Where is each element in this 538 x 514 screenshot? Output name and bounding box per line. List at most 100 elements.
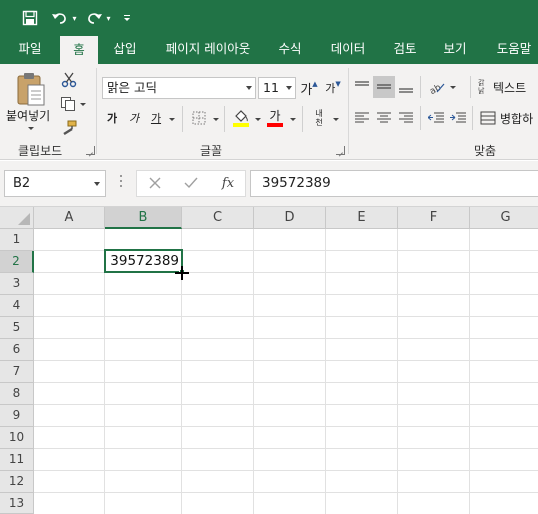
ribbon-home: 붙여넣기 클립보드 맑은 고딕 11 가 ▲ 가 ▼ 가 가 가 가 내천 글꼴…	[0, 64, 538, 160]
undo-icon[interactable]: ▾	[50, 6, 78, 30]
cell-b2[interactable]: 39572389	[104, 249, 183, 273]
column-header-d[interactable]: D	[254, 207, 326, 229]
tab-page-layout[interactable]: 페이지 레이아웃	[156, 36, 260, 64]
bold-button[interactable]: 가	[104, 108, 120, 128]
align-center-icon[interactable]	[374, 108, 394, 128]
fill-color-icon[interactable]	[230, 106, 252, 130]
svg-text:ab: ab	[429, 83, 443, 94]
row-header-13[interactable]: 13	[0, 493, 34, 514]
tab-insert[interactable]: 삽입	[104, 36, 146, 64]
grid-line	[34, 448, 538, 449]
redo-icon[interactable]: ▾	[84, 6, 112, 30]
increase-font-size-button[interactable]: 가 ▲	[300, 78, 318, 98]
ribbon-tabs: 파일 홈 삽입 페이지 레이아웃 수식 데이터 검토 보기 도움말	[0, 36, 538, 64]
cut-icon[interactable]	[58, 70, 80, 90]
bottom-align-icon[interactable]	[396, 76, 416, 98]
row-header-12[interactable]: 12	[0, 471, 34, 493]
row-header-4[interactable]: 4	[0, 295, 34, 317]
phonetic-guide-button[interactable]: 내천	[308, 106, 330, 130]
tab-data[interactable]: 데이터	[320, 36, 376, 64]
select-all-button[interactable]	[0, 207, 34, 229]
grid-line	[34, 426, 538, 427]
customize-qat-icon[interactable]	[120, 6, 134, 30]
orientation-icon[interactable]: ab	[426, 76, 448, 98]
phonetic-guide-label: 내천	[315, 109, 323, 127]
chevron-down-icon	[286, 86, 292, 90]
middle-align-icon[interactable]	[373, 76, 395, 98]
decrease-indent-icon[interactable]	[426, 108, 446, 128]
align-left-icon[interactable]	[352, 108, 372, 128]
copy-icon[interactable]	[56, 94, 90, 114]
formula-bar-grip[interactable]	[120, 175, 122, 191]
row-header-9[interactable]: 9	[0, 405, 34, 427]
font-color-dropdown-caret[interactable]	[290, 118, 296, 121]
divider	[182, 106, 183, 132]
name-box[interactable]: B2	[4, 170, 106, 197]
group-divider	[348, 68, 349, 154]
row-header-3[interactable]: 3	[0, 273, 34, 295]
row-header-2[interactable]: 2	[0, 251, 34, 273]
top-align-icon[interactable]	[352, 76, 372, 98]
column-header-a[interactable]: A	[34, 207, 105, 229]
underline-dropdown-caret[interactable]	[169, 118, 175, 121]
font-name-value: 맑은 고딕	[107, 80, 157, 95]
row-header-6[interactable]: 6	[0, 339, 34, 361]
up-arrow-icon: ▲	[312, 80, 318, 88]
column-header-b[interactable]: B	[105, 207, 182, 229]
save-icon[interactable]	[18, 6, 42, 30]
font-color-button[interactable]: 가	[264, 106, 286, 130]
grid-line	[34, 360, 538, 361]
row-header-1[interactable]: 1	[0, 229, 34, 251]
column-header-c[interactable]: C	[182, 207, 254, 229]
format-painter-icon[interactable]	[58, 118, 80, 138]
decrease-font-size-button[interactable]: 가 ▼	[324, 78, 342, 98]
borders-dropdown-caret[interactable]	[213, 118, 219, 121]
tab-file[interactable]: 파일	[6, 36, 54, 64]
column-header-e[interactable]: E	[326, 207, 398, 229]
column-header-g[interactable]: G	[470, 207, 538, 229]
wrap-text-button[interactable]: 갉낡 텍스트	[478, 76, 538, 98]
phonetic-dropdown-caret[interactable]	[333, 118, 339, 121]
paste-button-label[interactable]: 붙여넣기	[6, 107, 50, 124]
orientation-dropdown-caret[interactable]	[450, 86, 456, 89]
group-divider	[96, 68, 97, 154]
tab-view[interactable]: 보기	[434, 36, 476, 64]
borders-icon[interactable]	[188, 108, 210, 128]
row-header-7[interactable]: 7	[0, 361, 34, 383]
enter-icon[interactable]	[182, 174, 200, 194]
increase-indent-icon[interactable]	[448, 108, 468, 128]
cancel-icon[interactable]	[146, 174, 164, 194]
alignment-group-label: 맞춤	[474, 144, 497, 158]
fill-color-dropdown-caret[interactable]	[255, 118, 261, 121]
font-group-label: 글꼴	[200, 144, 223, 158]
row-header-10[interactable]: 10	[0, 427, 34, 449]
align-right-icon[interactable]	[396, 108, 416, 128]
grid-line	[34, 404, 538, 405]
paste-dropdown-caret[interactable]	[28, 127, 34, 130]
row-header-8[interactable]: 8	[0, 383, 34, 405]
font-name-dropdown[interactable]: 맑은 고딕	[102, 77, 256, 99]
divider	[420, 106, 421, 130]
clipboard-launcher-icon[interactable]	[86, 146, 95, 155]
row-header-11[interactable]: 11	[0, 449, 34, 471]
row-header-5[interactable]: 5	[0, 317, 34, 339]
tab-review[interactable]: 검토	[384, 36, 426, 64]
font-launcher-icon[interactable]	[336, 146, 345, 155]
tab-home[interactable]: 홈	[60, 36, 98, 64]
column-header-f[interactable]: F	[398, 207, 470, 229]
merge-label: 병합하	[500, 111, 534, 126]
tab-help[interactable]: 도움말	[486, 36, 538, 64]
formula-input[interactable]: 39572389	[250, 170, 538, 197]
chevron-down-icon	[94, 182, 100, 186]
worksheet-grid[interactable]: A B C D E F G 1 2 3 4 5 6 7 8 9 10 11 12…	[0, 207, 538, 514]
underline-button[interactable]: 가	[148, 108, 164, 128]
divider	[470, 76, 471, 98]
insert-function-icon[interactable]: fx	[218, 174, 238, 194]
paste-icon[interactable]	[10, 70, 50, 108]
font-size-dropdown[interactable]: 11	[258, 77, 296, 99]
tab-formulas[interactable]: 수식	[268, 36, 312, 64]
formula-bar: B2 fx 39572389	[0, 161, 538, 207]
wrap-text-icon: 갉낡	[478, 79, 485, 95]
merge-center-button[interactable]: 병합하	[480, 108, 538, 128]
italic-button[interactable]: 가	[126, 108, 142, 128]
